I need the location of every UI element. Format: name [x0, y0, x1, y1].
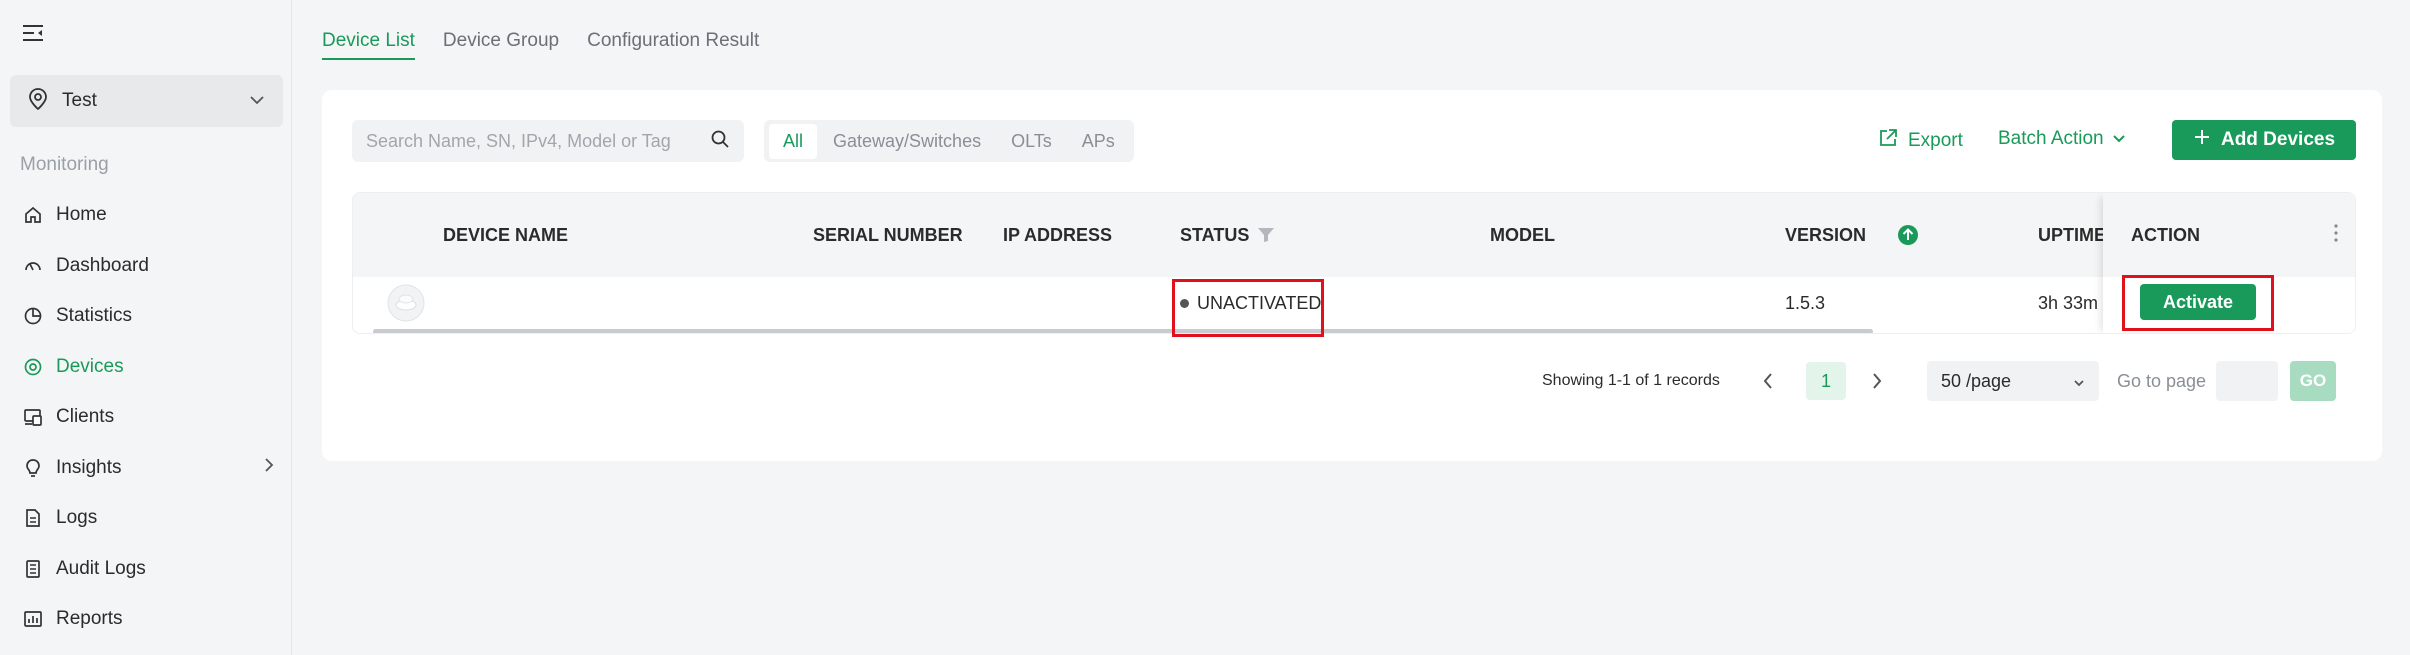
location-pin-icon — [28, 87, 48, 115]
col-status: STATUS — [1180, 193, 1275, 277]
status-text: UNACTIVATED — [1197, 292, 1322, 313]
page-number-1[interactable]: 1 — [1806, 362, 1846, 400]
device-type-filter: All Gateway/Switches OLTs APs — [764, 120, 1134, 162]
sidebar-item-dashboard[interactable]: Dashboard — [0, 241, 292, 292]
goto-page-label: Go to page — [2117, 370, 2207, 391]
sidebar-item-label: Statistics — [56, 305, 133, 327]
col-action: ACTION — [2103, 193, 2355, 277]
add-devices-button[interactable]: Add Devices — [2172, 120, 2356, 160]
sidebar-item-clients[interactable]: Clients — [0, 392, 292, 443]
sidebar-item-label: Insights — [56, 456, 122, 478]
sidebar-nav: Home Dashboard Statistics Devices Client… — [0, 190, 292, 645]
device-avatar — [386, 277, 426, 329]
section-title-monitoring: Monitoring — [20, 154, 109, 175]
chevron-down-icon — [2112, 128, 2126, 150]
more-options-icon[interactable] — [2333, 223, 2339, 248]
filter-gateway-switches[interactable]: Gateway/Switches — [819, 124, 995, 159]
col-ip-address: IP ADDRESS — [1003, 224, 1113, 245]
col-uptime: UPTIME — [2038, 224, 2107, 245]
target-icon — [22, 356, 44, 378]
col-model: MODEL — [1490, 224, 1555, 245]
page-size-value: 50 /page — [1941, 370, 2012, 391]
collapse-menu-icon[interactable] — [20, 20, 46, 46]
filter-aps[interactable]: APs — [1068, 124, 1129, 159]
search-box — [352, 120, 744, 162]
col-version: VERSION — [1785, 224, 1867, 245]
document-icon — [22, 507, 44, 529]
device-tabs: Device List Device Group Configuration R… — [322, 30, 759, 60]
go-button[interactable]: GO — [2290, 361, 2336, 401]
report-chart-icon — [22, 608, 44, 630]
sidebar-item-label: Home — [56, 204, 107, 226]
cell-version: 1.5.3 — [1785, 292, 1826, 313]
site-selector[interactable]: Test — [10, 75, 283, 127]
upgrade-available-icon[interactable] — [1897, 193, 1919, 277]
page-size-select[interactable]: 50 /page — [1927, 361, 2099, 401]
sidebar-item-label: Reports — [56, 608, 123, 630]
page-size-wrap: 50 /page — [1927, 360, 2099, 402]
col-device-name: DEVICE NAME — [443, 224, 569, 245]
activate-button[interactable]: Activate — [2140, 284, 2256, 320]
cell-uptime: 3h 33m — [2038, 292, 2099, 313]
filter-all[interactable]: All — [769, 123, 818, 159]
export-icon — [1878, 128, 1898, 154]
filter-icon[interactable] — [1257, 227, 1275, 243]
pagination-summary: Showing 1-1 of 1 records — [1542, 372, 1720, 389]
sidebar-item-home[interactable]: Home — [0, 190, 292, 241]
sidebar-item-statistics[interactable]: Statistics — [0, 291, 292, 342]
status-dot — [1180, 298, 1189, 308]
next-page-icon[interactable] — [1871, 360, 1883, 402]
pie-chart-icon — [22, 305, 44, 327]
sidebar-item-reports[interactable]: Reports — [0, 594, 292, 645]
goto-page-input[interactable] — [2216, 361, 2278, 401]
search-icon[interactable] — [710, 129, 730, 154]
sidebar-item-label: Audit Logs — [56, 557, 146, 579]
chevron-right-icon — [264, 457, 274, 479]
export-button[interactable]: Export — [1878, 128, 1963, 154]
sidebar-item-label: Logs — [56, 507, 98, 529]
table-header: DEVICE NAME SERIAL NUMBER IP ADDRESS STA… — [353, 193, 2355, 277]
chevron-down-icon — [2073, 371, 2085, 392]
prev-page-icon[interactable] — [1762, 360, 1774, 402]
go-button-wrap: GO — [2290, 360, 2336, 402]
home-icon — [22, 204, 44, 226]
cell-status: UNACTIVATED — [1180, 277, 1321, 329]
sidebar-item-devices[interactable]: Devices — [0, 342, 292, 393]
tab-device-group[interactable]: Device Group — [443, 30, 559, 60]
sidebar-item-logs[interactable]: Logs — [0, 493, 292, 544]
page-number-wrap: 1 — [1806, 360, 1846, 402]
table-row[interactable]: UNACTIVATED 1.5.3 3h 33m — [353, 277, 2355, 333]
site-name: Test — [62, 90, 97, 111]
add-devices-label: Add Devices — [2220, 129, 2336, 150]
tab-device-list[interactable]: Device List — [322, 30, 415, 60]
col-serial-number: SERIAL NUMBER — [813, 224, 963, 245]
horizontal-scrollbar[interactable] — [373, 329, 1873, 333]
tab-configuration-result[interactable]: Configuration Result — [587, 30, 759, 60]
device-table: DEVICE NAME SERIAL NUMBER IP ADDRESS STA… — [352, 192, 2356, 334]
col-status-label: STATUS — [1180, 224, 1250, 245]
chevron-down-icon — [249, 92, 265, 110]
search-input[interactable] — [366, 130, 710, 152]
sidebar-item-label: Dashboard — [56, 254, 149, 276]
sidebar-item-label: Devices — [56, 355, 124, 377]
sidebar-item-insights[interactable]: Insights — [0, 443, 292, 494]
sidebar-item-label: Clients — [56, 406, 115, 428]
sidebar: Test Monitoring Home Dashboard Statistic… — [0, 0, 292, 655]
batch-action-label: Batch Action — [1998, 128, 2104, 149]
gauge-icon — [22, 255, 44, 277]
goto-input-wrap — [2216, 360, 2278, 402]
lightbulb-icon — [22, 457, 44, 479]
list-document-icon — [22, 558, 44, 580]
filter-olts[interactable]: OLTs — [997, 124, 1066, 159]
col-action-label: ACTION — [2131, 224, 2200, 245]
export-label: Export — [1908, 130, 1963, 151]
device-list-panel: All Gateway/Switches OLTs APs Export Bat… — [322, 90, 2382, 461]
clients-icon — [22, 406, 44, 428]
sidebar-item-audit-logs[interactable]: Audit Logs — [0, 544, 292, 595]
plus-icon — [2193, 128, 2211, 152]
batch-action-dropdown[interactable]: Batch Action — [1998, 128, 2126, 150]
